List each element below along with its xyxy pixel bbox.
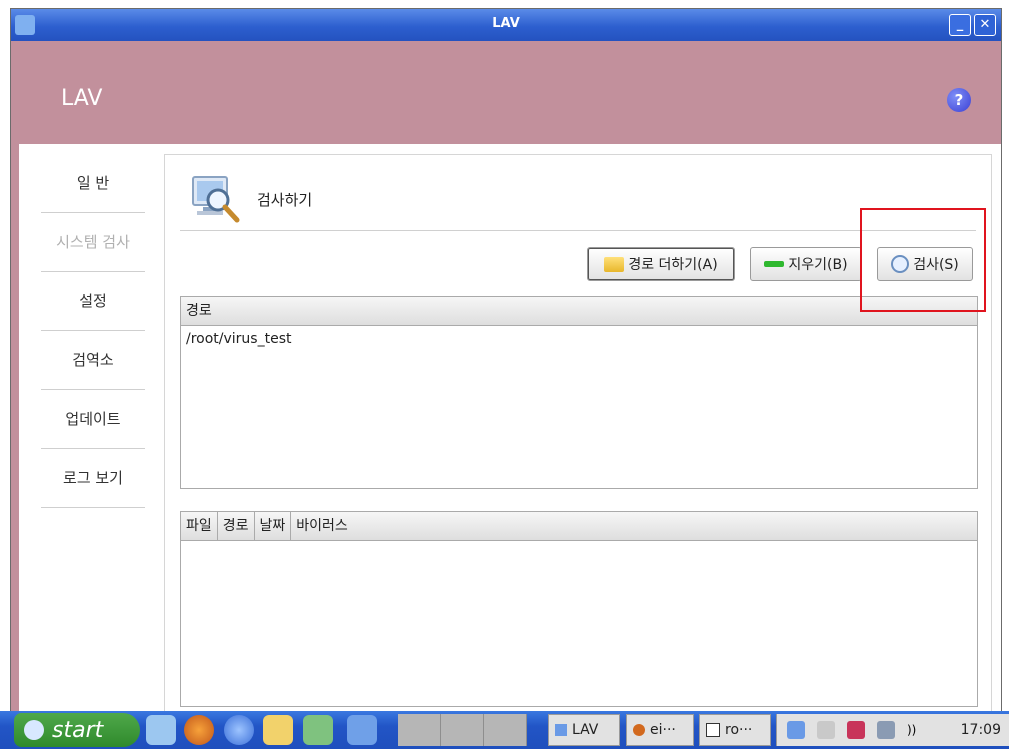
results-table-header: 파일 경로 날짜 바이러스 — [181, 512, 977, 541]
messenger-icon[interactable] — [263, 715, 293, 745]
sidebar: 일 반 시스템 검사 설정 검역소 업데이트 로그 보기 — [41, 154, 145, 508]
task-lav[interactable]: LAV — [548, 714, 620, 746]
monitor-magnifier-icon — [192, 176, 240, 223]
minimize-button[interactable]: _ — [949, 14, 971, 36]
folder-icon — [604, 256, 625, 272]
start-logo-icon — [24, 720, 44, 740]
volume-icon[interactable]: )) — [907, 721, 925, 739]
workspace-slot[interactable] — [398, 714, 441, 746]
left-accent-strip — [11, 144, 19, 712]
sidebar-item-settings[interactable]: 설정 — [41, 272, 145, 331]
clear-button[interactable]: 지우기(B) — [750, 247, 862, 281]
sidebar-item-system-scan[interactable]: 시스템 검사 — [41, 213, 145, 272]
task-label: ro··· — [725, 722, 753, 738]
column-header-path[interactable]: 경로 — [181, 297, 977, 325]
add-path-button[interactable]: 경로 더하기(A) — [587, 247, 735, 281]
start-button[interactable]: start — [14, 713, 140, 747]
task-label: LAV — [572, 722, 599, 738]
scan-button-highlight — [860, 208, 986, 312]
start-label: start — [52, 717, 104, 743]
app-name: LAV — [61, 86, 103, 111]
panel-title: 검사하기 — [257, 191, 313, 209]
notepad-icon[interactable] — [303, 715, 333, 745]
lav-window: LAV _ ✕ LAV ? 일 반 시스템 검사 설정 검역소 업데이트 로그 … — [10, 8, 1002, 713]
help-icon[interactable]: ? — [947, 88, 971, 112]
app-header: LAV ? — [11, 41, 1001, 144]
column-header-file[interactable]: 파일 — [181, 512, 218, 540]
path-table-header: 경로 — [181, 297, 977, 326]
add-path-label: 경로 더하기(A) — [628, 257, 718, 273]
clear-label: 지우기(B) — [788, 257, 848, 273]
network-icon[interactable] — [877, 721, 895, 739]
taskbar: start LAV ei··· ro··· )) 17:09 — [0, 711, 1009, 749]
column-header-virus[interactable]: 바이러스 — [291, 512, 977, 540]
results-table[interactable]: 파일 경로 날짜 바이러스 — [180, 511, 978, 707]
remove-icon — [764, 261, 785, 267]
window-task-icon — [706, 723, 720, 737]
path-table[interactable]: 경로 /root/virus_test — [180, 296, 978, 489]
mail-icon[interactable] — [146, 715, 176, 745]
workspace-slot[interactable] — [484, 714, 527, 746]
task-label: ei··· — [650, 722, 676, 738]
printer-icon[interactable] — [817, 721, 835, 739]
sidebar-item-update[interactable]: 업데이트 — [41, 390, 145, 449]
firefox-icon[interactable] — [184, 715, 214, 745]
browser-icon[interactable] — [224, 715, 254, 745]
system-tray: )) 17:09 — [776, 714, 1009, 746]
table-row[interactable]: /root/virus_test — [181, 326, 977, 352]
sidebar-item-quarantine[interactable]: 검역소 — [41, 331, 145, 390]
column-header-path[interactable]: 경로 — [218, 512, 255, 540]
alert-icon[interactable] — [847, 721, 865, 739]
lav-quicklaunch-icon[interactable] — [347, 715, 377, 745]
sidebar-item-view-log[interactable]: 로그 보기 — [41, 449, 145, 508]
task-terminal[interactable]: ro··· — [699, 714, 771, 746]
clock: 17:09 — [960, 722, 1001, 738]
column-header-date[interactable]: 날짜 — [255, 512, 292, 540]
firefox-task-icon — [633, 724, 645, 736]
lav-tray-icon[interactable] — [787, 721, 805, 739]
lav-task-icon — [555, 724, 567, 736]
sidebar-item-general[interactable]: 일 반 — [41, 154, 145, 213]
task-firefox[interactable]: ei··· — [626, 714, 694, 746]
workspace-slot[interactable] — [441, 714, 484, 746]
title-bar[interactable]: LAV _ ✕ — [11, 9, 1001, 41]
divider — [180, 230, 976, 231]
window-title: LAV — [492, 16, 520, 31]
close-button[interactable]: ✕ — [974, 14, 996, 36]
